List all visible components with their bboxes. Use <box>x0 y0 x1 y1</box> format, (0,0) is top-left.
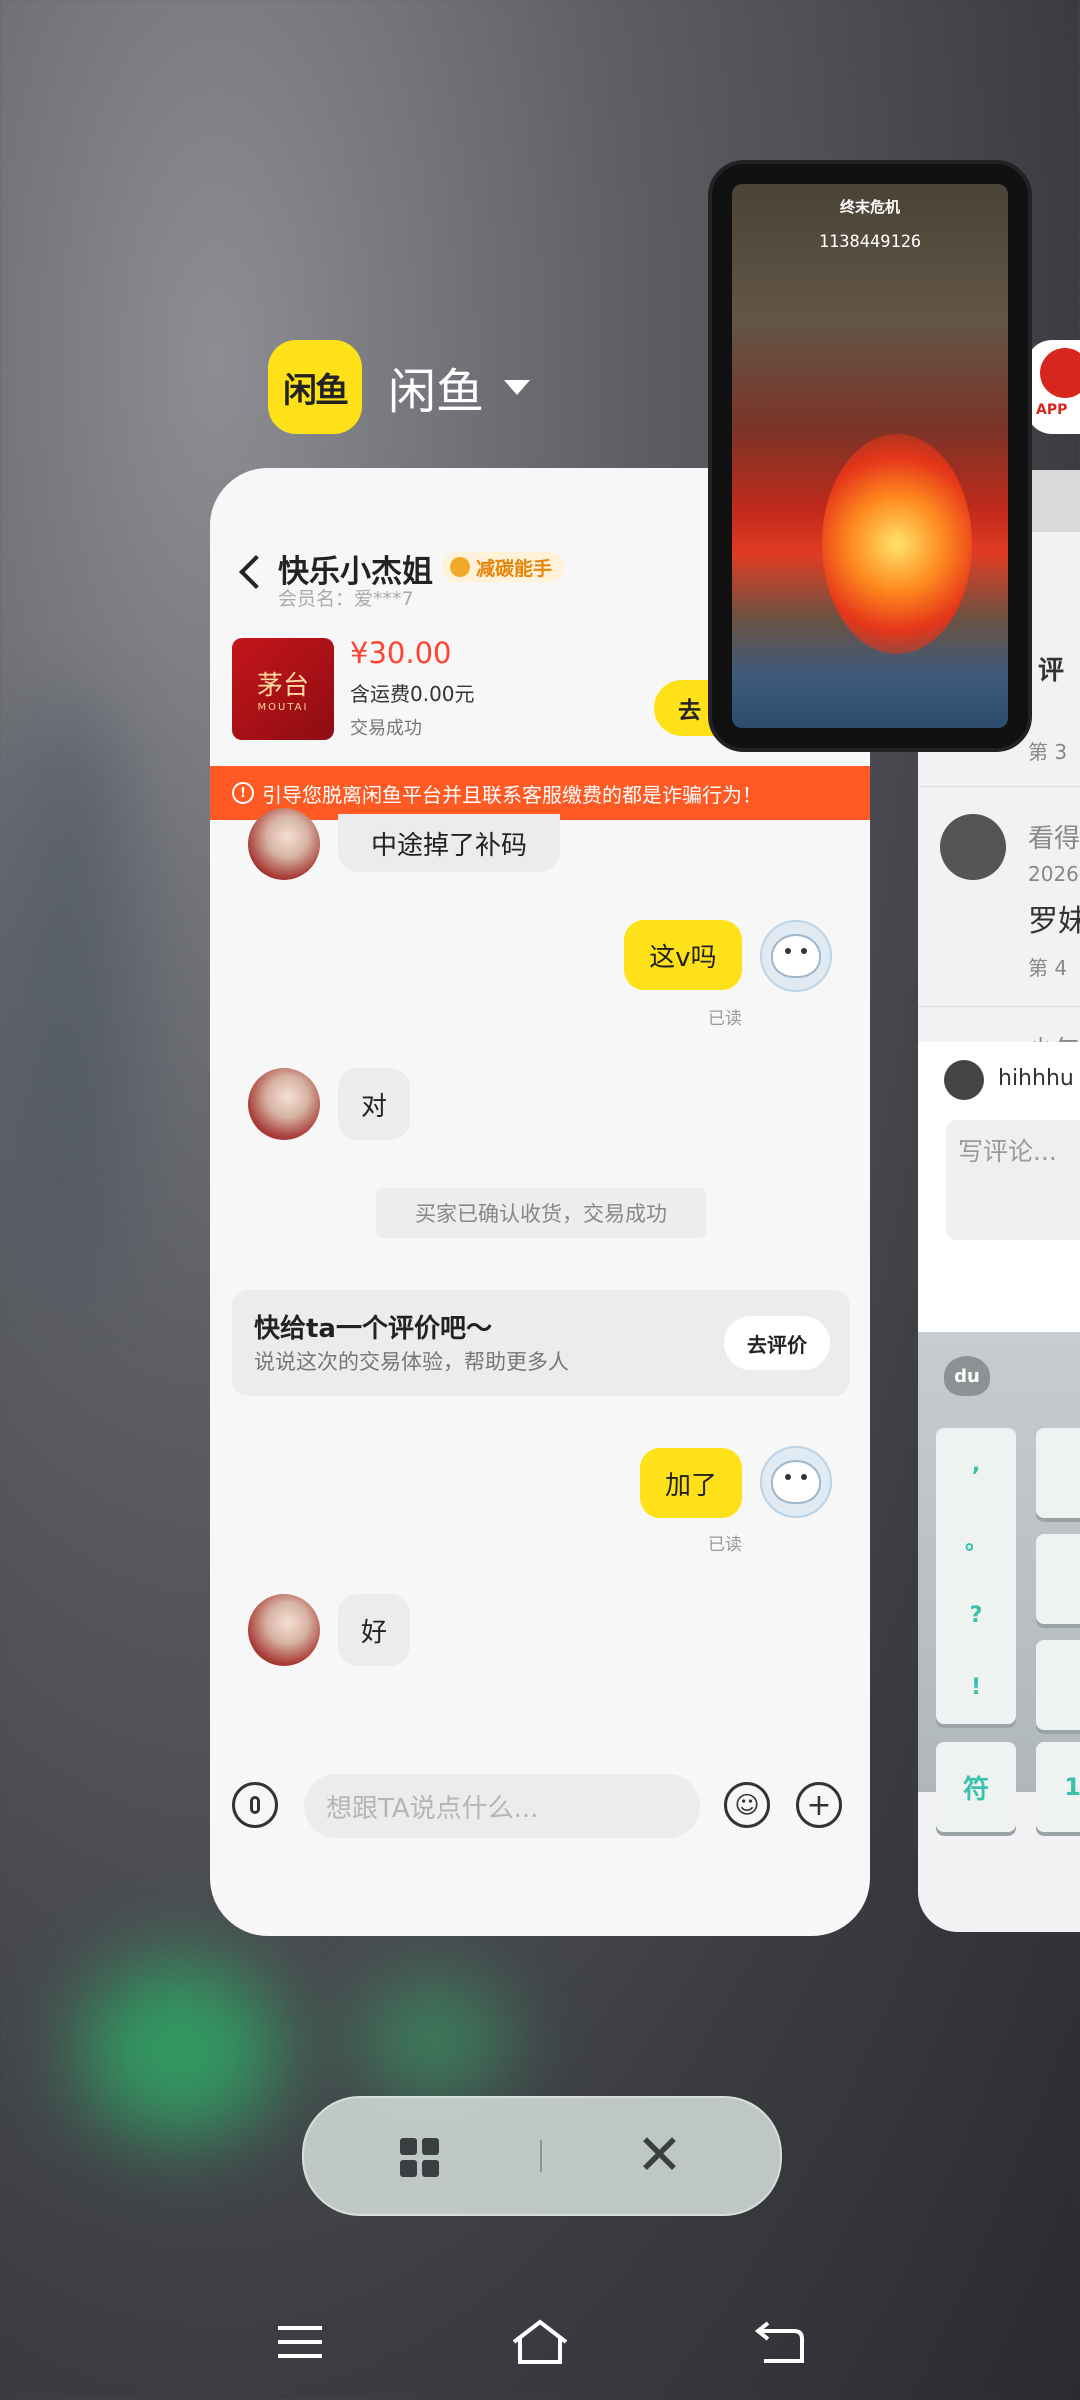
avatar[interactable] <box>940 814 1006 880</box>
shipping-fee: 含运费0.00元 <box>350 682 475 706</box>
message-bubble: 中途掉了补码 <box>338 814 560 872</box>
rate-button[interactable]: 去评价 <box>724 1316 830 1370</box>
user-avatar[interactable] <box>760 920 832 992</box>
xianyu-app-icon: 闲鱼 <box>268 340 362 434</box>
seller-avatar[interactable] <box>248 1594 320 1666</box>
key[interactable] <box>1036 1428 1080 1518</box>
message-bubble: 这v吗 <box>624 920 742 990</box>
avatar <box>944 1060 984 1100</box>
message-input[interactable]: 想跟TA说点什么... <box>304 1774 700 1838</box>
app-header[interactable]: 闲鱼 闲鱼 <box>268 340 531 434</box>
divider <box>918 786 1080 787</box>
trade-status: 交易成功 <box>350 718 422 739</box>
comment-composer: hihhhu 写评论... <box>918 1042 1080 1332</box>
home-icon[interactable] <box>510 2314 570 2370</box>
comment-text: 罗妹 <box>1028 904 1080 939</box>
seal-icon <box>771 934 821 978</box>
reply-count: 第 4 <box>1028 956 1068 980</box>
composer-username: hihhhu <box>998 1066 1074 1091</box>
product-price: ¥30.00 <box>350 636 452 670</box>
warning-text: 引导您脱离闲鱼平台并且联系客服缴费的都是诈骗行为！ <box>262 782 762 807</box>
grid-icon[interactable] <box>400 2138 440 2178</box>
game-fire-effect <box>822 434 972 654</box>
game-title: 终末危机 <box>839 198 900 216</box>
system-message: 买家已确认收货，交易成功 <box>376 1188 706 1238</box>
badge-label: 减碳能手 <box>476 557 553 580</box>
key[interactable] <box>1036 1534 1080 1624</box>
rating-prompt: 快给ta一个评价吧～ 说说这次的交易体验，帮助更多人 去评价 <box>232 1290 850 1396</box>
key[interactable] <box>1036 1640 1080 1730</box>
info-icon: ! <box>232 782 254 804</box>
comment-user: 看得 <box>1028 824 1080 854</box>
seal-icon <box>771 1460 821 1504</box>
product-logo-sub: MOUTAI <box>257 702 309 713</box>
recents-control-pill: ✕ <box>302 2096 782 2216</box>
key-period[interactable]: 。 <box>965 1524 987 1556</box>
background-blur <box>360 1980 510 2100</box>
product-logo: 茅台 <box>256 671 309 701</box>
divider <box>918 1006 1080 1007</box>
fraud-warning-banner: ! 引导您脱离闲鱼平台并且联系客服缴费的都是诈骗行为！ <box>210 766 870 820</box>
background-blur <box>80 1960 280 2140</box>
key-question[interactable]: ? <box>970 1603 983 1628</box>
rating-title: 快给ta一个评价吧～ <box>254 1314 492 1344</box>
microphone-icon[interactable] <box>232 1782 278 1828</box>
read-receipt: 已读 <box>708 1535 742 1555</box>
member-name: 会员名：爱***7 <box>278 588 414 610</box>
product-image[interactable]: 茅台 MOUTAI <box>232 638 334 740</box>
rating-subtitle: 说说这次的交易体验，帮助更多人 <box>254 1350 569 1374</box>
seller-avatar[interactable] <box>248 808 320 880</box>
status-badge: 减碳能手 <box>442 552 565 582</box>
divider <box>540 2140 542 2172</box>
app-logo-icon <box>1040 348 1080 398</box>
chat-input-bar: 想跟TA说点什么... ☺ + <box>210 1766 870 1856</box>
close-icon[interactable]: ✕ <box>636 2126 683 2186</box>
key-exclaim[interactable]: ! <box>971 1675 981 1700</box>
keyboard: du , 。 ? ! 符 12 <box>918 1332 1080 1832</box>
back-icon[interactable] <box>239 555 273 589</box>
menu-icon[interactable] <box>272 2314 328 2370</box>
keyboard-logo-icon[interactable]: du <box>944 1356 990 1396</box>
leaf-icon <box>450 557 470 577</box>
seller-avatar[interactable] <box>248 1068 320 1140</box>
read-receipt: 已读 <box>708 1009 742 1029</box>
punctuation-key-column[interactable]: , 。 ? ! <box>936 1428 1016 1724</box>
number-key[interactable]: 12 <box>1036 1742 1080 1832</box>
emoji-icon[interactable]: ☺ <box>724 1782 770 1828</box>
message-bubble: 好 <box>338 1594 410 1666</box>
reply-count: 第 3 <box>1028 740 1068 764</box>
key-comma[interactable]: , <box>972 1452 980 1477</box>
chevron-down-icon[interactable] <box>504 379 531 395</box>
game-screen <box>732 184 1008 728</box>
review-label: 评 <box>1038 656 1065 686</box>
next-app-icon[interactable]: APP <box>1026 340 1080 434</box>
app-name: 闲鱼 <box>388 364 485 420</box>
background-blur <box>0 700 140 1300</box>
mic-shape <box>250 1796 260 1814</box>
floating-game-window[interactable]: 终末危机 1138449126 <box>708 160 1032 752</box>
user-avatar[interactable] <box>760 1446 832 1518</box>
symbol-key[interactable]: 符 <box>936 1742 1016 1832</box>
message-bubble: 对 <box>338 1068 410 1140</box>
edge-app-label: APP <box>1036 402 1068 418</box>
plus-icon[interactable]: + <box>796 1782 842 1828</box>
comment-date: 2026- <box>1028 862 1080 886</box>
back-icon[interactable] <box>752 2314 808 2370</box>
message-bubble: 加了 <box>640 1448 742 1518</box>
game-score: 1138449126 <box>818 232 922 252</box>
comment-input[interactable]: 写评论... <box>946 1120 1080 1240</box>
